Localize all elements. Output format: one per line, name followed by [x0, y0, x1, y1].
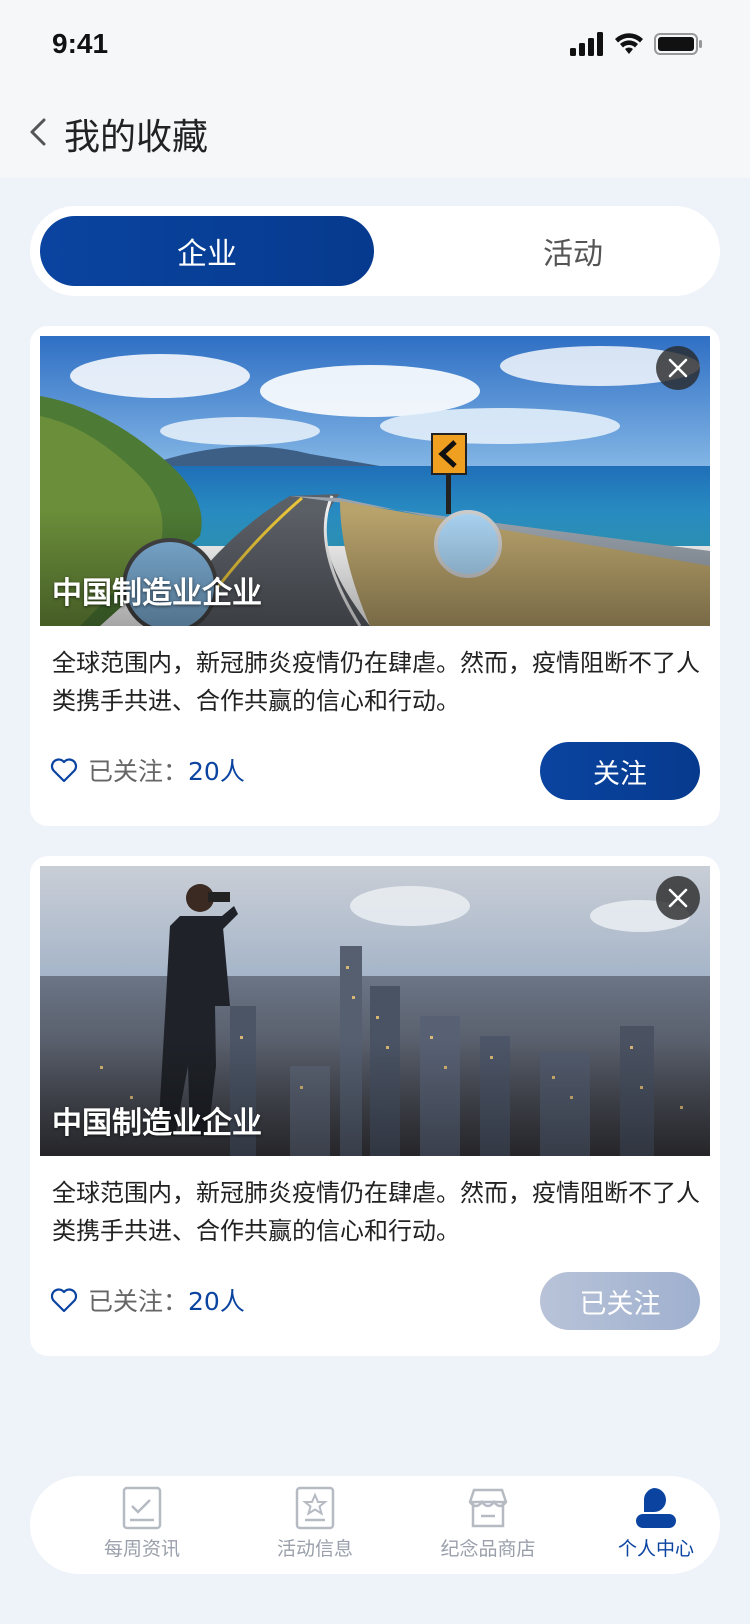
star-doc-icon	[295, 1486, 335, 1530]
news-icon	[122, 1486, 162, 1530]
follow-button[interactable]: 关注	[540, 742, 700, 800]
top-bar: 9:41 我的收藏	[0, 0, 750, 178]
close-icon	[668, 888, 688, 908]
wifi-icon	[615, 33, 643, 54]
card-description: 全球范围内，新冠肺炎疫情仍在肆虐。然而，疫情阻断不了人类携手共进、合作共赢的信心…	[52, 1179, 700, 1245]
tab-activity[interactable]: 活动	[406, 216, 740, 286]
battery-icon	[654, 33, 702, 55]
bottom-tab-bar: 每周资讯 活动信息 纪念品商店 个人中心	[30, 1476, 720, 1574]
status-icons	[570, 30, 704, 58]
follow-info: 已关注： 20人	[50, 750, 245, 790]
tab-label: 个人中心	[617, 1538, 694, 1560]
store-icon	[468, 1488, 508, 1528]
favorite-card[interactable]: 中国制造业企业 全球范围内，新冠肺炎疫情仍在肆虐。然而，疫情阻断不了人类携手共进…	[30, 326, 720, 826]
heart-icon	[50, 758, 78, 783]
follow-count: 20人	[188, 757, 245, 786]
card-image-city-binoculars: 中国制造业企业	[40, 866, 710, 1156]
enterprise-name: 中国制造业企业	[52, 576, 262, 611]
tab-label: 每周资讯	[103, 1538, 180, 1560]
tab-activity-info[interactable]: 活动信息	[255, 1486, 375, 1566]
back-chevron-icon[interactable]	[24, 112, 54, 152]
follow-count: 20人	[188, 1287, 245, 1316]
segment-control: 企业 活动	[30, 206, 720, 296]
remove-favorite-button[interactable]	[656, 876, 700, 920]
tab-label: 活动信息	[276, 1538, 353, 1560]
close-icon	[668, 358, 688, 378]
tab-enterprise[interactable]: 企业	[40, 216, 374, 286]
followed-button[interactable]: 已关注	[540, 1272, 700, 1330]
follow-label: 已关注：	[88, 1287, 189, 1316]
heart-icon	[50, 1288, 78, 1313]
tab-souvenir-store[interactable]: 纪念品商店	[428, 1486, 548, 1566]
signal-icon	[570, 32, 603, 56]
enterprise-name: 中国制造业企业	[52, 1106, 262, 1141]
favorite-card[interactable]: 中国制造业企业 全球范围内，新冠肺炎疫情仍在肆虐。然而，疫情阻断不了人类携手共进…	[30, 856, 720, 1356]
follow-label: 已关注：	[88, 757, 189, 786]
page-title: 我的收藏	[64, 117, 209, 158]
tab-weekly-news[interactable]: 每周资讯	[82, 1486, 202, 1566]
tab-label: 纪念品商店	[440, 1538, 536, 1560]
follow-info: 已关注： 20人	[50, 1280, 245, 1320]
card-description: 全球范围内，新冠肺炎疫情仍在肆虐。然而，疫情阻断不了人类携手共进、合作共赢的信心…	[52, 649, 700, 715]
card-image-coastal-road: 中国制造业企业	[40, 336, 710, 626]
tab-personal-center[interactable]: 个人中心	[596, 1486, 716, 1566]
status-time: 9:41	[52, 28, 109, 59]
remove-favorite-button[interactable]	[656, 346, 700, 390]
user-icon	[636, 1488, 676, 1528]
